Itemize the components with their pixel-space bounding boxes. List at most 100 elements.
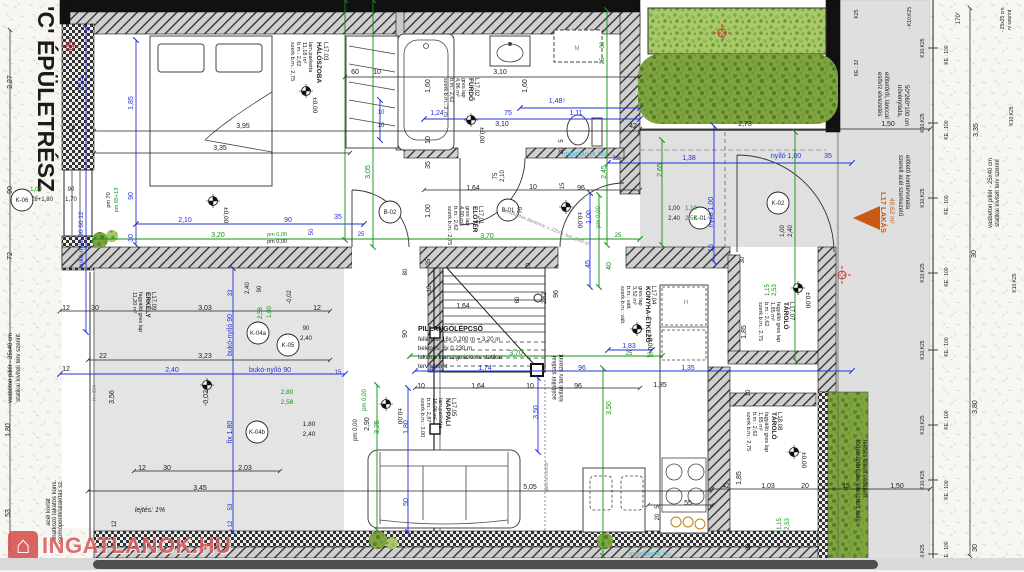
horizontal-scrollbar-thumb[interactable] [93, 560, 878, 569]
dim-label: ELŐTÉR [471, 206, 480, 233]
dim-label: FÜRDŐ [467, 78, 476, 101]
dim-label: 30 [91, 305, 99, 312]
watermark-house-icon: ⌂ [8, 531, 38, 561]
dim-label: nyíló 1,00 [771, 153, 801, 160]
apartment-area: 49,62 m² [888, 198, 895, 224]
dim-label: ±0,00 [396, 408, 403, 425]
dim-label: 1,38 [682, 155, 696, 162]
dim-label: 20 [655, 513, 661, 520]
opening-tag-K-04a: K-04a [247, 322, 269, 344]
dim-label: 35 [426, 258, 432, 265]
dim-label: 22 [99, 353, 107, 360]
apartment-tag: L17 LAKÁS [879, 192, 888, 233]
dim-label: 90 [68, 187, 75, 193]
dim-label: 3,95 [236, 123, 250, 130]
dim-label: 30 [600, 41, 606, 48]
dim-label: 55 [684, 500, 692, 507]
dim-label: KE.: 100 [944, 480, 950, 499]
dim-label: 10 [428, 365, 436, 372]
dim-label: 3,45 [193, 485, 207, 492]
dim-label: 10 [427, 285, 433, 292]
dim-label: 1,00 [668, 206, 680, 212]
opening-id: B-02 [384, 210, 397, 216]
dim-label: pm 0,00 [353, 419, 359, 441]
dim-label: K10;K25 [1012, 273, 1018, 292]
dim-label: 1,00 [586, 210, 593, 224]
dim-label: 2,53 [785, 518, 791, 530]
dim-label: 78+1,80 [31, 197, 54, 203]
dim-label: 42 [722, 483, 730, 490]
dim-label: 12 [112, 520, 118, 527]
dim-label: lejtés: 1% [135, 507, 165, 514]
dim-label: pm 65+13 [114, 188, 120, 213]
dim-label: 1,03 [761, 483, 775, 490]
dim-label: 60 [515, 296, 521, 303]
dim-label: 53 [228, 503, 234, 510]
dim-label: 1,60 [522, 79, 529, 93]
dim-label: 10 [746, 389, 752, 396]
dim-label: vasbeton pillér - 25x40 cm [8, 333, 14, 403]
dim-label: lakatos konszignáció és statikai [418, 355, 502, 361]
dim-label: K10;K25 [920, 340, 926, 359]
opening-id: K-05 [282, 343, 295, 349]
sofa [368, 450, 520, 528]
dim-label: 11,20 m² [131, 292, 137, 313]
dim-label: 15 [708, 244, 715, 252]
dim-label: 170° [956, 11, 962, 24]
dim-label: pm 0,00 [267, 239, 287, 245]
dim-label: K10;K25 [920, 113, 926, 132]
dim-label: 30 [163, 465, 171, 472]
dim-label: 2,03 [238, 465, 252, 472]
dim-label: szerk.b.m.: 2,75 [446, 206, 452, 245]
horizontal-scrollbar-track[interactable] [0, 558, 1024, 570]
dim-label: 75 [493, 172, 499, 179]
dim-label: statikai kiviteli terv szerint [16, 334, 22, 402]
dim-label: K10;K25 [920, 38, 926, 57]
dim-label: 1,70 [65, 197, 77, 203]
dim-label: KE.: 100 [944, 195, 950, 214]
dim-label: K.: 354 [92, 385, 98, 401]
dim-label: K10;K25 [920, 263, 926, 282]
dim-label: 42 [69, 124, 76, 132]
dim-label: 3,80 [972, 400, 979, 414]
dim-label: pm 0,00 [267, 232, 287, 238]
opening-id: K-04b [249, 430, 266, 436]
dim-label: 50 [309, 228, 315, 235]
dim-label: 90 [257, 285, 263, 292]
dim-label: 1,64 [466, 185, 480, 192]
dim-label: 96 [578, 365, 586, 372]
dim-label: pm 0,00 [362, 389, 368, 411]
watermark-fragment: ingatlanok.hu [564, 151, 606, 158]
dim-label: 10 [378, 110, 385, 116]
dim-label: 10 [529, 184, 537, 191]
dim-label: fellépés: 16x 0,200 m = 3,20 m [418, 337, 500, 343]
dim-label: 90 [284, 217, 292, 224]
dim-label: 1,64 [471, 383, 485, 390]
dim-label: ERKÉLY [144, 292, 153, 318]
dim-label: ±0,00 [804, 292, 811, 309]
dim-label: 1,00 [425, 204, 432, 218]
dim-label: 15 [335, 370, 342, 376]
dim-label: K10;K25 [920, 470, 926, 489]
dim-label: KE.: 100 [944, 337, 950, 356]
dim-label: 1,48⁵ [549, 98, 566, 105]
dim-label: KE.: 100 [944, 267, 950, 286]
kitchen-counter [660, 285, 708, 533]
dim-label: 1,50 [890, 483, 904, 490]
dim-label: 2,40 [788, 225, 794, 237]
dim-label: NAPPALI [444, 398, 451, 426]
dim-label: 2,40 [668, 216, 680, 222]
dim-label: 1,10 [685, 206, 697, 212]
dim-label: ±0,00 [311, 97, 318, 114]
tree-canopy [638, 54, 838, 124]
dim-label: 3,35 [973, 123, 980, 137]
steel-column [531, 364, 543, 376]
dim-label: 1,80 [303, 421, 316, 428]
dim-label: 5,05 [523, 484, 537, 491]
dim-label: 15 [842, 483, 850, 490]
dim-label: 25 [615, 233, 622, 239]
dim-label: 12 [138, 465, 146, 472]
dim-label: ±0,00 [478, 127, 485, 144]
dim-label: 10 [425, 136, 432, 144]
dim-label: K25 [854, 9, 860, 18]
